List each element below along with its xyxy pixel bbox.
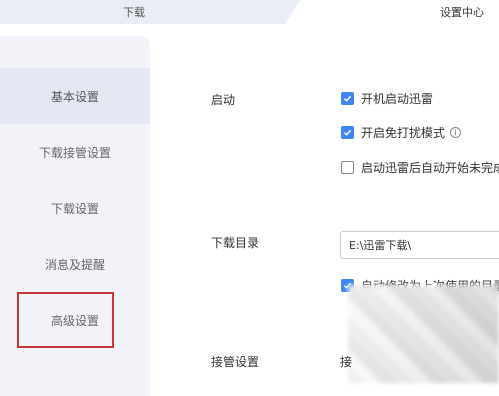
checkbox-unchecked-icon[interactable] <box>341 161 354 174</box>
sidebar-item-basic[interactable]: 基本设置 <box>0 68 150 124</box>
tab-download-label[interactable]: 下载 <box>123 4 145 20</box>
checkbox-label: 开机启动迅雷 <box>361 92 434 106</box>
section-label-download-dir: 下载目录 <box>211 236 260 250</box>
section-label-startup: 启动 <box>211 93 236 107</box>
info-icon[interactable]: i <box>450 127 462 138</box>
checkbox-checked-icon[interactable] <box>341 92 354 105</box>
download-path-input[interactable]: E:\迅雷下载\ <box>340 231 499 259</box>
checkbox-label: 启动迅雷后自动开始未完成 <box>361 161 499 175</box>
sidebar-item-download[interactable]: 下载设置 <box>0 180 150 236</box>
section-label-takeover: 接管设置 <box>211 355 260 369</box>
sidebar-item-advanced[interactable]: 高级设置 <box>0 292 150 348</box>
checkbox-label: 开启免打扰模式 <box>361 126 446 140</box>
sidebar-item-messages[interactable]: 消息及提醒 <box>0 236 150 292</box>
sidebar-item-label: 下载接管设置 <box>38 145 111 160</box>
checkbox-row-autostart[interactable]: 开机启动迅雷 <box>341 90 433 107</box>
tab-download[interactable] <box>0 0 300 24</box>
sidebar-item-label: 消息及提醒 <box>44 257 105 272</box>
takeover-partial-text: 接 <box>340 355 353 369</box>
checkbox-row-do-not-disturb[interactable]: 开启免打扰模式 i <box>341 124 462 141</box>
sidebar-item-label: 下载设置 <box>50 201 99 216</box>
blurred-region <box>348 285 499 383</box>
download-path-value: E:\迅雷下载\ <box>349 239 412 252</box>
sidebar-item-label: 高级设置 <box>50 313 99 328</box>
top-tab-bar: 下载 设置中心 <box>0 0 499 24</box>
checkbox-checked-icon[interactable] <box>341 126 354 139</box>
sidebar-item-label: 基本设置 <box>50 89 99 104</box>
sidebar-item-download-takeover[interactable]: 下载接管设置 <box>0 124 150 180</box>
checkbox-row-auto-resume[interactable]: 启动迅雷后自动开始未完成 <box>341 159 499 176</box>
tab-settings-label[interactable]: 设置中心 <box>440 4 484 20</box>
